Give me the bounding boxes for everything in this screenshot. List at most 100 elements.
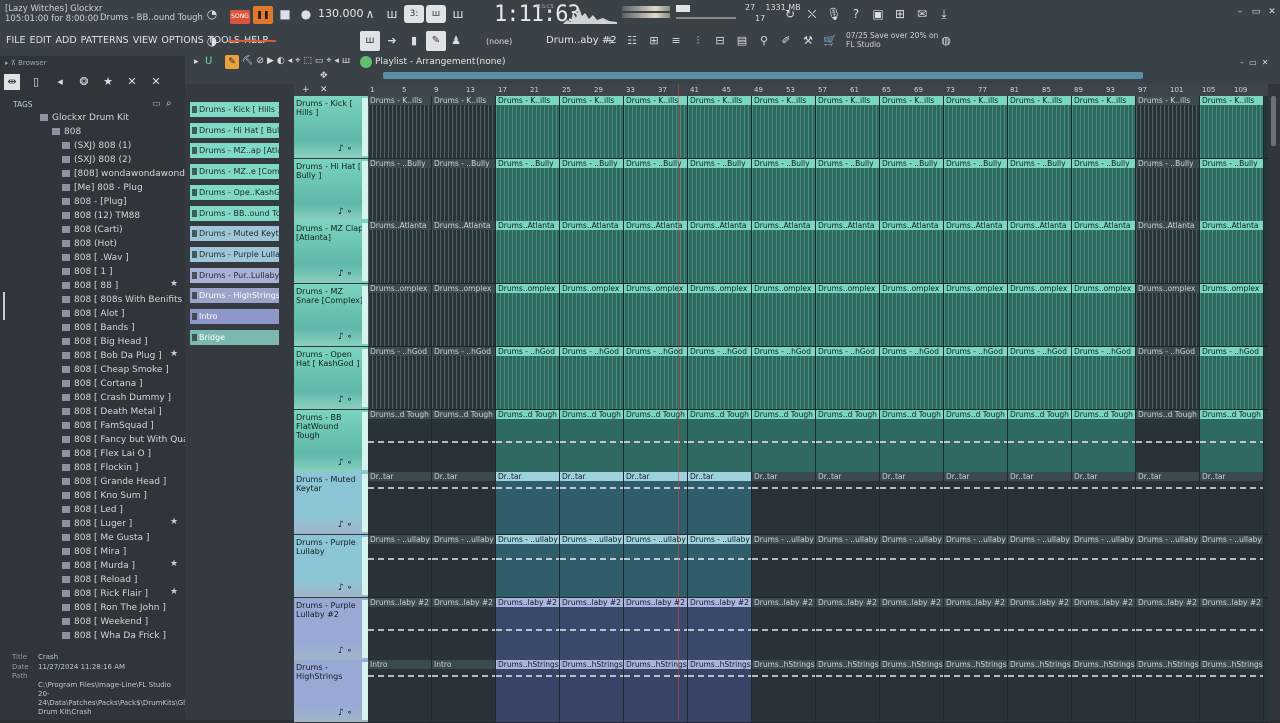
- browser-item[interactable]: 808 [ Me Gusta ]: [62, 531, 149, 545]
- star-icon[interactable]: ★: [170, 517, 178, 527]
- pattern-clip[interactable]: Drums..d Tough: [944, 409, 1008, 472]
- mixer-link-icon[interactable]: ⛌: [804, 6, 820, 22]
- browser-item[interactable]: 808 [ Kno Sum ]: [62, 489, 147, 503]
- browser-item[interactable]: 808 [ Grande Head ]: [62, 475, 166, 489]
- pattern-clip[interactable]: Drums..hStrings: [752, 660, 816, 723]
- pattern-clip[interactable]: Drums..Atlanta: [1136, 221, 1200, 284]
- browser-item[interactable]: 808 [ 88 ]: [62, 279, 118, 293]
- pattern-clip[interactable]: Drums..laby #2: [1072, 597, 1136, 660]
- pattern-clip[interactable]: Drums..laby #2: [1008, 597, 1072, 660]
- browser-item[interactable]: 808 [ FamSquad ]: [62, 419, 154, 433]
- pattern-clip[interactable]: Drums..hStrings: [944, 660, 1008, 723]
- browser-item[interactable]: 808 [ Cortana ]: [62, 377, 143, 391]
- pattern-clip[interactable]: Drums - ..Bully: [1136, 158, 1200, 221]
- undo-history-icon[interactable]: ↻: [782, 6, 798, 22]
- pattern-clip[interactable]: Drums..Atlanta: [688, 221, 752, 284]
- download-icon[interactable]: ⤓: [936, 6, 952, 22]
- pattern-clip[interactable]: Drums - ..Bully: [816, 158, 880, 221]
- pattern-clip[interactable]: Drums..laby #2: [880, 597, 944, 660]
- pattern-clip[interactable]: Drums - K..ills: [1072, 96, 1136, 158]
- draw-mode-button[interactable]: ✎: [225, 55, 239, 69]
- pattern-clip[interactable]: Drums - K..ills: [496, 96, 560, 158]
- pattern-clip[interactable]: Drums..Atlanta: [816, 221, 880, 284]
- countdown-button[interactable]: 3:: [404, 5, 424, 23]
- browser-item[interactable]: 808 [ Big Head ]: [62, 335, 148, 349]
- star-icon[interactable]: ★: [170, 279, 178, 289]
- pattern-clip[interactable]: Drums - ..ullaby: [1200, 534, 1264, 597]
- pattern-clip[interactable]: Drums - ..ullaby: [496, 534, 560, 597]
- pattern-clip[interactable]: Dr..tar: [560, 472, 624, 535]
- pattern-clip[interactable]: Dr..tar: [1200, 472, 1264, 535]
- pause-button[interactable]: ❚❚: [253, 6, 273, 24]
- pattern-clip[interactable]: Dr..tar: [1136, 472, 1200, 535]
- browser-menu-button[interactable]: ⇹: [4, 74, 20, 90]
- browser-item[interactable]: 808 [ Alot ]: [62, 307, 124, 321]
- stamp-icon[interactable]: ♟: [448, 33, 464, 49]
- pattern-clip[interactable]: Drums..laby #2: [368, 597, 432, 660]
- browser-item[interactable]: 808 (12) TM88: [62, 209, 140, 223]
- chat-icon[interactable]: ✉: [914, 6, 930, 22]
- pattern-clip[interactable]: Drums - K..ills: [560, 96, 624, 158]
- pattern-clip[interactable]: Drums - ..hGod: [880, 346, 944, 409]
- track-header[interactable]: Drums - Kick [ Hills ] ♪ ∘: [294, 96, 368, 159]
- browser-item[interactable]: 808 [ .Wav ]: [62, 251, 129, 265]
- pattern-clip[interactable]: Drums..laby #2: [432, 597, 496, 660]
- pattern-picker-item[interactable]: Bridge: [190, 329, 279, 345]
- pattern-clip[interactable]: Drums..Atlanta: [1008, 221, 1072, 284]
- pattern-clip[interactable]: Drums - ..hGod: [1072, 346, 1136, 409]
- maximize-icon[interactable]: ▭: [1248, 4, 1264, 20]
- pattern-clip[interactable]: Drums..hStrings: [1072, 660, 1136, 723]
- tools-icon[interactable]: ⚒: [800, 33, 816, 49]
- pattern-clip[interactable]: Drums..laby #2: [1136, 597, 1200, 660]
- pattern-clip[interactable]: Drums - K..ills: [752, 96, 816, 158]
- record-button[interactable]: ●: [298, 6, 314, 22]
- track-lane[interactable]: Drums..laby #2 Drums..laby #2 Drums..laby …: [368, 597, 1268, 661]
- pattern-clip[interactable]: Drums - ..ullaby: [752, 534, 816, 597]
- wait-input-icon[interactable]: ш: [384, 6, 400, 22]
- pattern-clip[interactable]: Drums..laby #2: [944, 597, 1008, 660]
- globe-icon[interactable]: ◍: [938, 33, 954, 49]
- star-icon[interactable]: ★: [100, 74, 116, 90]
- remove-track-icon[interactable]: ✕: [320, 85, 328, 95]
- playlist-vertical-scrollbar[interactable]: [1268, 84, 1280, 720]
- menu-item-edit[interactable]: EDIT: [30, 35, 52, 46]
- pattern-clip[interactable]: Drums - K..ills: [1008, 96, 1072, 158]
- pattern-clip[interactable]: Drums..hStrings: [496, 660, 560, 723]
- track-mute-icon[interactable]: ♪ ∘: [338, 395, 352, 405]
- track-lane[interactable]: Drums - K..ills Drums - K..ills Drums - K.…: [368, 96, 1268, 159]
- track-mute-icon[interactable]: ♪ ∘: [338, 583, 352, 593]
- magnet-icon[interactable]: ᑌ: [205, 56, 216, 67]
- pattern-clip[interactable]: Drums..Atlanta: [1200, 221, 1264, 284]
- brush-icon[interactable]: ✐: [778, 33, 794, 49]
- track-mute-icon[interactable]: ♪ ∘: [338, 520, 352, 530]
- minimize-icon[interactable]: –: [1232, 4, 1248, 20]
- faders-icon[interactable]: ⫶: [690, 33, 706, 49]
- tempo-display[interactable]: 130.000: [318, 7, 364, 20]
- pattern-clip[interactable]: Drums..hStrings: [1136, 660, 1200, 723]
- pattern-clip[interactable]: Drums - ..ullaby: [880, 534, 944, 597]
- track-header[interactable]: Drums - MZ Clap [Atlanta] ♪ ∘: [294, 221, 368, 285]
- browser-item[interactable]: 808 [ Mira ]: [62, 545, 126, 559]
- pattern-clip[interactable]: Drums..Atlanta: [880, 221, 944, 284]
- channel-rack-icon[interactable]: ⊞: [646, 33, 662, 49]
- browser-item[interactable]: 808 [ Cheap Smoke ]: [62, 363, 169, 377]
- pattern-clip[interactable]: Drums - ..Bully: [1008, 158, 1072, 221]
- pattern-clip[interactable]: Drums..omplex: [816, 284, 880, 347]
- song-mode-toggle[interactable]: SONG: [230, 10, 250, 24]
- blend-notes-button[interactable]: ш: [426, 5, 446, 23]
- pattern-clip[interactable]: Dr..tar: [688, 472, 752, 535]
- pattern-clip[interactable]: Drums - ..hGod: [432, 346, 496, 409]
- pattern-clip[interactable]: Drums..omplex: [1136, 284, 1200, 347]
- menu-item-view[interactable]: VIEW: [133, 35, 158, 46]
- pattern-clip[interactable]: Drums - K..ills: [944, 96, 1008, 158]
- promo-text[interactable]: 07/25 Save over 20% on FL Studio: [846, 31, 938, 49]
- browser-scrollbar[interactable]: [3, 292, 5, 320]
- pattern-clip[interactable]: Drums..d Tough: [1008, 409, 1072, 472]
- pattern-clip[interactable]: Drums - ..Bully: [944, 158, 1008, 221]
- pattern-clip[interactable]: Drums - ..Bully: [752, 158, 816, 221]
- step-seq-icon[interactable]: ▮: [406, 33, 422, 49]
- pattern-clip[interactable]: Drums..d Tough: [1200, 409, 1264, 472]
- pattern-clip[interactable]: Drums..Atlanta: [560, 221, 624, 284]
- pattern-clip[interactable]: Drums - ..hGod: [1008, 346, 1072, 409]
- pattern-clip[interactable]: Drums - ..Bully: [880, 158, 944, 221]
